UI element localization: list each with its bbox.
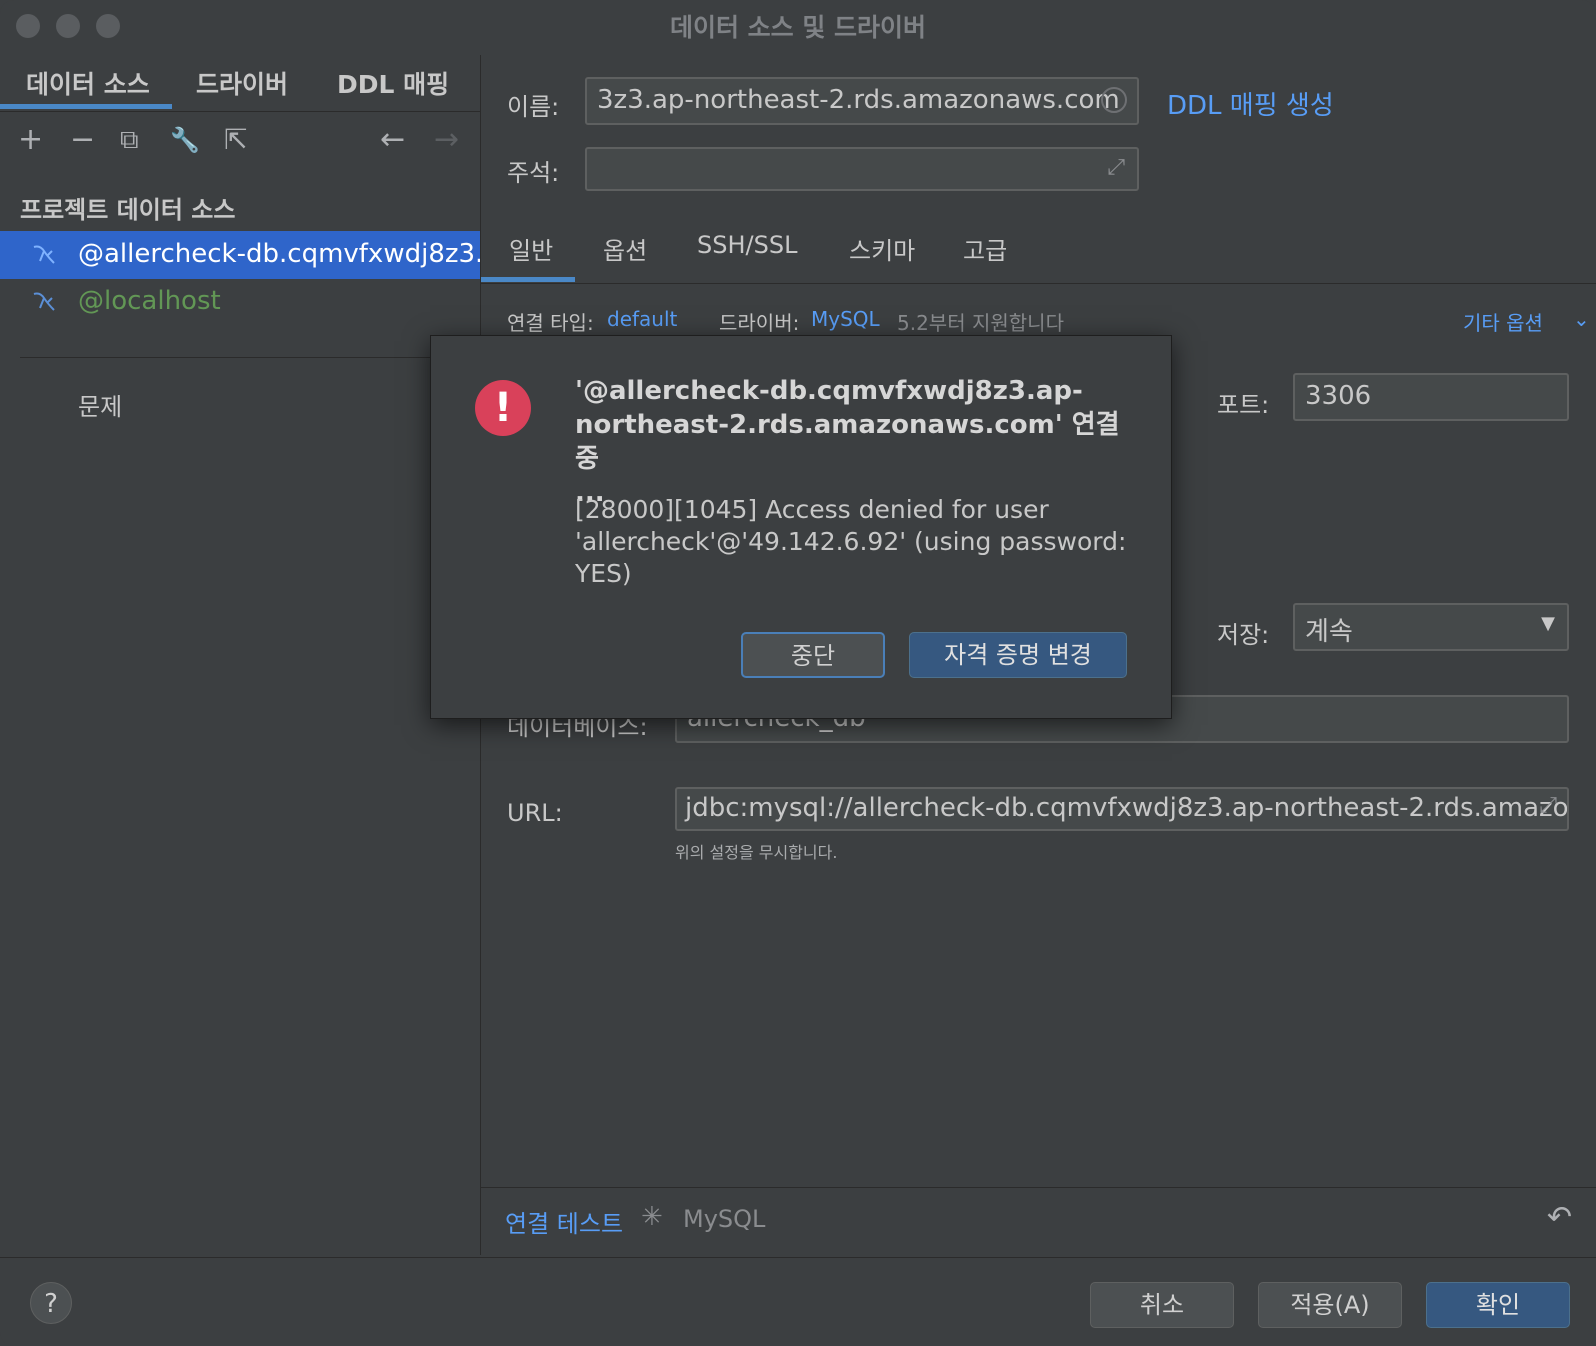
left-toolbar: + − ⧉ 🔧 ⇱ ← →: [0, 115, 480, 171]
expand-icon[interactable]: ⤢: [1107, 155, 1125, 180]
ok-button[interactable]: 확인: [1426, 1282, 1570, 1328]
change-credentials-button[interactable]: 자격 증명 변경: [909, 632, 1127, 678]
dialog-message-line: [28000][1045] Access denied for user: [575, 495, 1049, 524]
connection-error-dialog: ! '@allercheck-db.cqmvfxwdj8z3.ap- north…: [430, 335, 1172, 719]
dropdown-arrow-icon: ▼: [1541, 613, 1555, 634]
color-circle-icon[interactable]: [1101, 87, 1127, 113]
left-panel: 데이터 소스 드라이버 DDL 매핑 + − ⧉ 🔧 ⇱ ← → 프로젝트 데이…: [0, 55, 481, 1255]
add-icon[interactable]: +: [18, 123, 43, 157]
url-value: jdbc:mysql://allercheck-db.cqmvfxwdj8z3.…: [685, 793, 1569, 823]
spinner-icon: ✳: [641, 1202, 663, 1232]
tab-drivers[interactable]: 드라이버: [196, 65, 288, 101]
revert-icon[interactable]: ↶: [1547, 1200, 1572, 1235]
status-driver: MySQL: [683, 1205, 766, 1233]
comment-input[interactable]: ⤢: [585, 147, 1139, 191]
active-tab-indicator: [0, 104, 172, 109]
datasource-label: @allercheck-db.cqmvfxwdj8z3.ap-northeast…: [78, 239, 480, 269]
wrench-icon[interactable]: 🔧: [170, 123, 200, 157]
connection-type-label: 연결 타입:: [507, 311, 594, 335]
url-label: URL:: [507, 799, 563, 827]
dialog-message-line: 'allercheck'@'49.142.6.92' (using passwo…: [575, 527, 1127, 556]
ddl-mapping-link[interactable]: DDL 매핑 생성: [1167, 85, 1334, 122]
comment-label: 주석:: [507, 159, 560, 187]
datasource-item-rds[interactable]: @allercheck-db.cqmvfxwdj8z3.ap-northeast…: [0, 231, 480, 279]
port-label: 포트:: [1217, 391, 1270, 419]
dialog-message-line: YES): [575, 559, 632, 588]
status-bar: 연결 테스트 ✳ MySQL ↶: [481, 1187, 1596, 1258]
back-arrow-icon[interactable]: ←: [380, 123, 405, 157]
driver-version-note: 5.2부터 지원합니다: [897, 311, 1064, 335]
copy-icon[interactable]: ⧉: [120, 123, 139, 157]
connection-type-link[interactable]: default: [607, 307, 677, 331]
name-value: 3z3.ap-northeast-2.rds.amazonaws.com: [597, 85, 1120, 115]
driver-link[interactable]: MySQL: [811, 307, 880, 331]
title-bar: 데이터 소스 및 드라이버: [0, 0, 1596, 52]
tab-ssh-ssl[interactable]: SSH/SSL: [697, 231, 797, 259]
url-note: 위의 설정을 무시합니다.: [675, 843, 838, 862]
name-label: 이름:: [507, 93, 560, 121]
chevron-down-icon[interactable]: ⌄: [1573, 307, 1590, 331]
port-value: 3306: [1305, 381, 1372, 411]
export-icon[interactable]: ⇱: [224, 123, 247, 157]
stop-button[interactable]: 중단: [741, 632, 885, 678]
name-input[interactable]: 3z3.ap-northeast-2.rds.amazonaws.com: [585, 77, 1139, 125]
datasource-window: 데이터 소스 및 드라이버 데이터 소스 드라이버 DDL 매핑 + − ⧉ 🔧…: [0, 0, 1596, 1346]
tab-options[interactable]: 옵션: [603, 231, 647, 266]
footer: ? 취소 적용(A) 확인: [0, 1257, 1596, 1346]
expand-icon[interactable]: ⤢: [1539, 793, 1557, 818]
mysql-dolphin-icon: [33, 245, 55, 264]
save-select[interactable]: 계속 ▼: [1293, 603, 1569, 651]
error-icon: !: [475, 380, 531, 436]
cancel-button[interactable]: 취소: [1090, 1282, 1234, 1328]
forward-arrow-icon[interactable]: →: [434, 123, 459, 157]
problems-section[interactable]: 문제: [78, 387, 122, 422]
settings-tabs: 일반 옵션 SSH/SSL 스키마 고급: [481, 213, 1596, 284]
save-label: 저장:: [1217, 621, 1270, 649]
tab-general[interactable]: 일반: [509, 231, 553, 266]
more-options-link[interactable]: 기타 옵션: [1463, 307, 1543, 336]
dialog-title-line: northeast-2.rds.amazonaws.com' 연결 중: [575, 410, 1120, 474]
help-button[interactable]: ?: [30, 1282, 72, 1324]
divider: [20, 357, 430, 358]
tab-ddl-mapping[interactable]: DDL 매핑: [337, 65, 449, 101]
dialog-title: '@allercheck-db.cqmvfxwdj8z3.ap- northea…: [575, 374, 1135, 510]
save-value: 계속: [1305, 617, 1353, 647]
active-tab-indicator: [481, 277, 575, 282]
test-connection-link[interactable]: 연결 테스트: [505, 1204, 623, 1239]
url-input[interactable]: jdbc:mysql://allercheck-db.cqmvfxwdj8z3.…: [675, 787, 1569, 831]
dialog-message: [28000][1045] Access denied for user 'al…: [575, 494, 1135, 590]
driver-label: 드라이버:: [719, 311, 800, 335]
window-title: 데이터 소스 및 드라이버: [669, 13, 927, 42]
tab-advanced[interactable]: 고급: [963, 231, 1007, 266]
datasource-item-localhost[interactable]: @localhost: [0, 278, 480, 326]
project-datasources-header: 프로젝트 데이터 소스: [20, 196, 236, 224]
remove-icon[interactable]: −: [70, 123, 95, 157]
tab-datasources[interactable]: 데이터 소스: [26, 65, 150, 101]
apply-button[interactable]: 적용(A): [1258, 1282, 1402, 1328]
mysql-dolphin-icon: [33, 292, 55, 311]
dialog-title-line: '@allercheck-db.cqmvfxwdj8z3.ap-: [575, 376, 1083, 406]
datasource-label: @localhost: [78, 286, 221, 316]
tab-schemas[interactable]: 스키마: [849, 231, 915, 266]
port-input[interactable]: 3306: [1293, 373, 1569, 421]
left-tabs: 데이터 소스 드라이버 DDL 매핑: [0, 55, 480, 112]
